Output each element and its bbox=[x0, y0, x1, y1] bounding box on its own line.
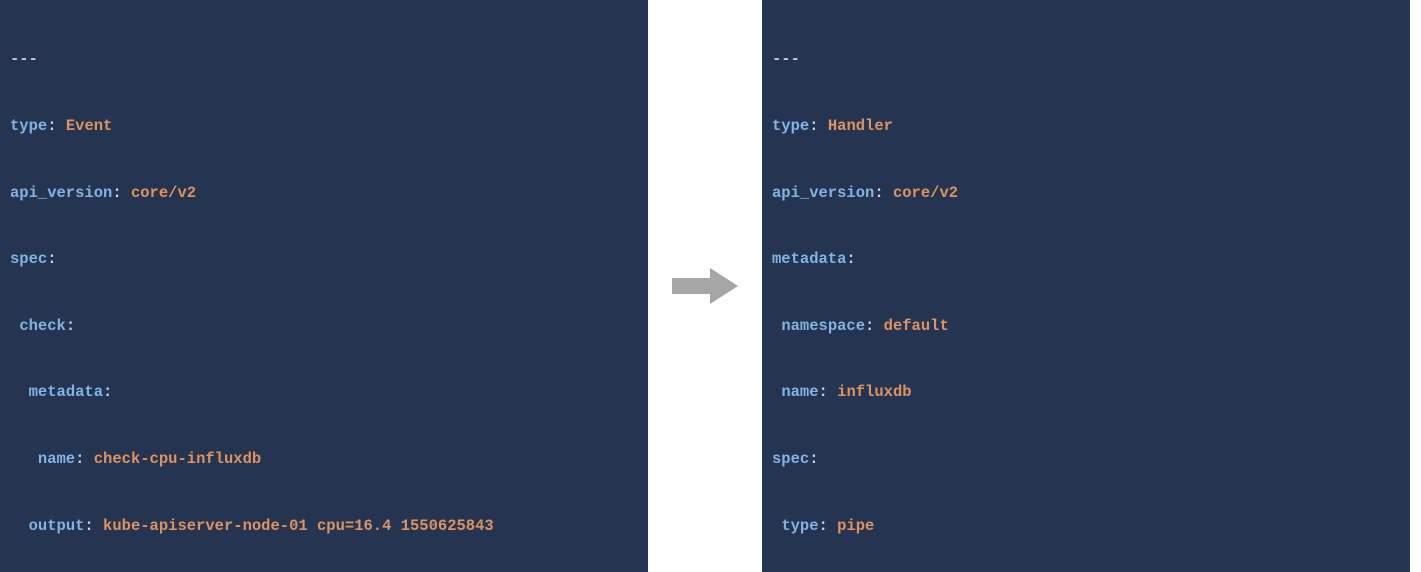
doc-marker: --- bbox=[772, 50, 800, 68]
val-spec-type: pipe bbox=[837, 517, 874, 535]
yaml-handler-panel: --- type: Handler api_version: core/v2 m… bbox=[762, 0, 1410, 572]
key-spec: spec bbox=[10, 250, 47, 268]
key-name: name bbox=[38, 450, 75, 468]
yaml-event-panel: --- type: Event api_version: core/v2 spe… bbox=[0, 0, 648, 572]
val-namespace: default bbox=[884, 317, 949, 335]
doc-marker: --- bbox=[10, 50, 38, 68]
key-namespace: namespace bbox=[781, 317, 865, 335]
key-spec: spec bbox=[772, 450, 809, 468]
val-name: influxdb bbox=[837, 383, 911, 401]
key-type: type bbox=[10, 117, 47, 135]
key-api-version: api_version bbox=[10, 184, 112, 202]
key-metadata: metadata bbox=[772, 250, 846, 268]
key-metadata: metadata bbox=[29, 383, 103, 401]
key-spec-type: type bbox=[781, 517, 818, 535]
val-type: Event bbox=[66, 117, 113, 135]
key-name: name bbox=[781, 383, 818, 401]
val-name: check-cpu-influxdb bbox=[94, 450, 261, 468]
val-output: kube-apiserver-node-01 cpu=16.4 15506258… bbox=[103, 517, 494, 535]
key-api-version: api_version bbox=[772, 184, 874, 202]
arrow-icon bbox=[670, 266, 740, 306]
val-type: Handler bbox=[828, 117, 893, 135]
val-api-version: core/v2 bbox=[893, 184, 958, 202]
key-type: type bbox=[772, 117, 809, 135]
key-check: check bbox=[19, 317, 66, 335]
val-api-version: core/v2 bbox=[131, 184, 196, 202]
key-output: output bbox=[29, 517, 85, 535]
